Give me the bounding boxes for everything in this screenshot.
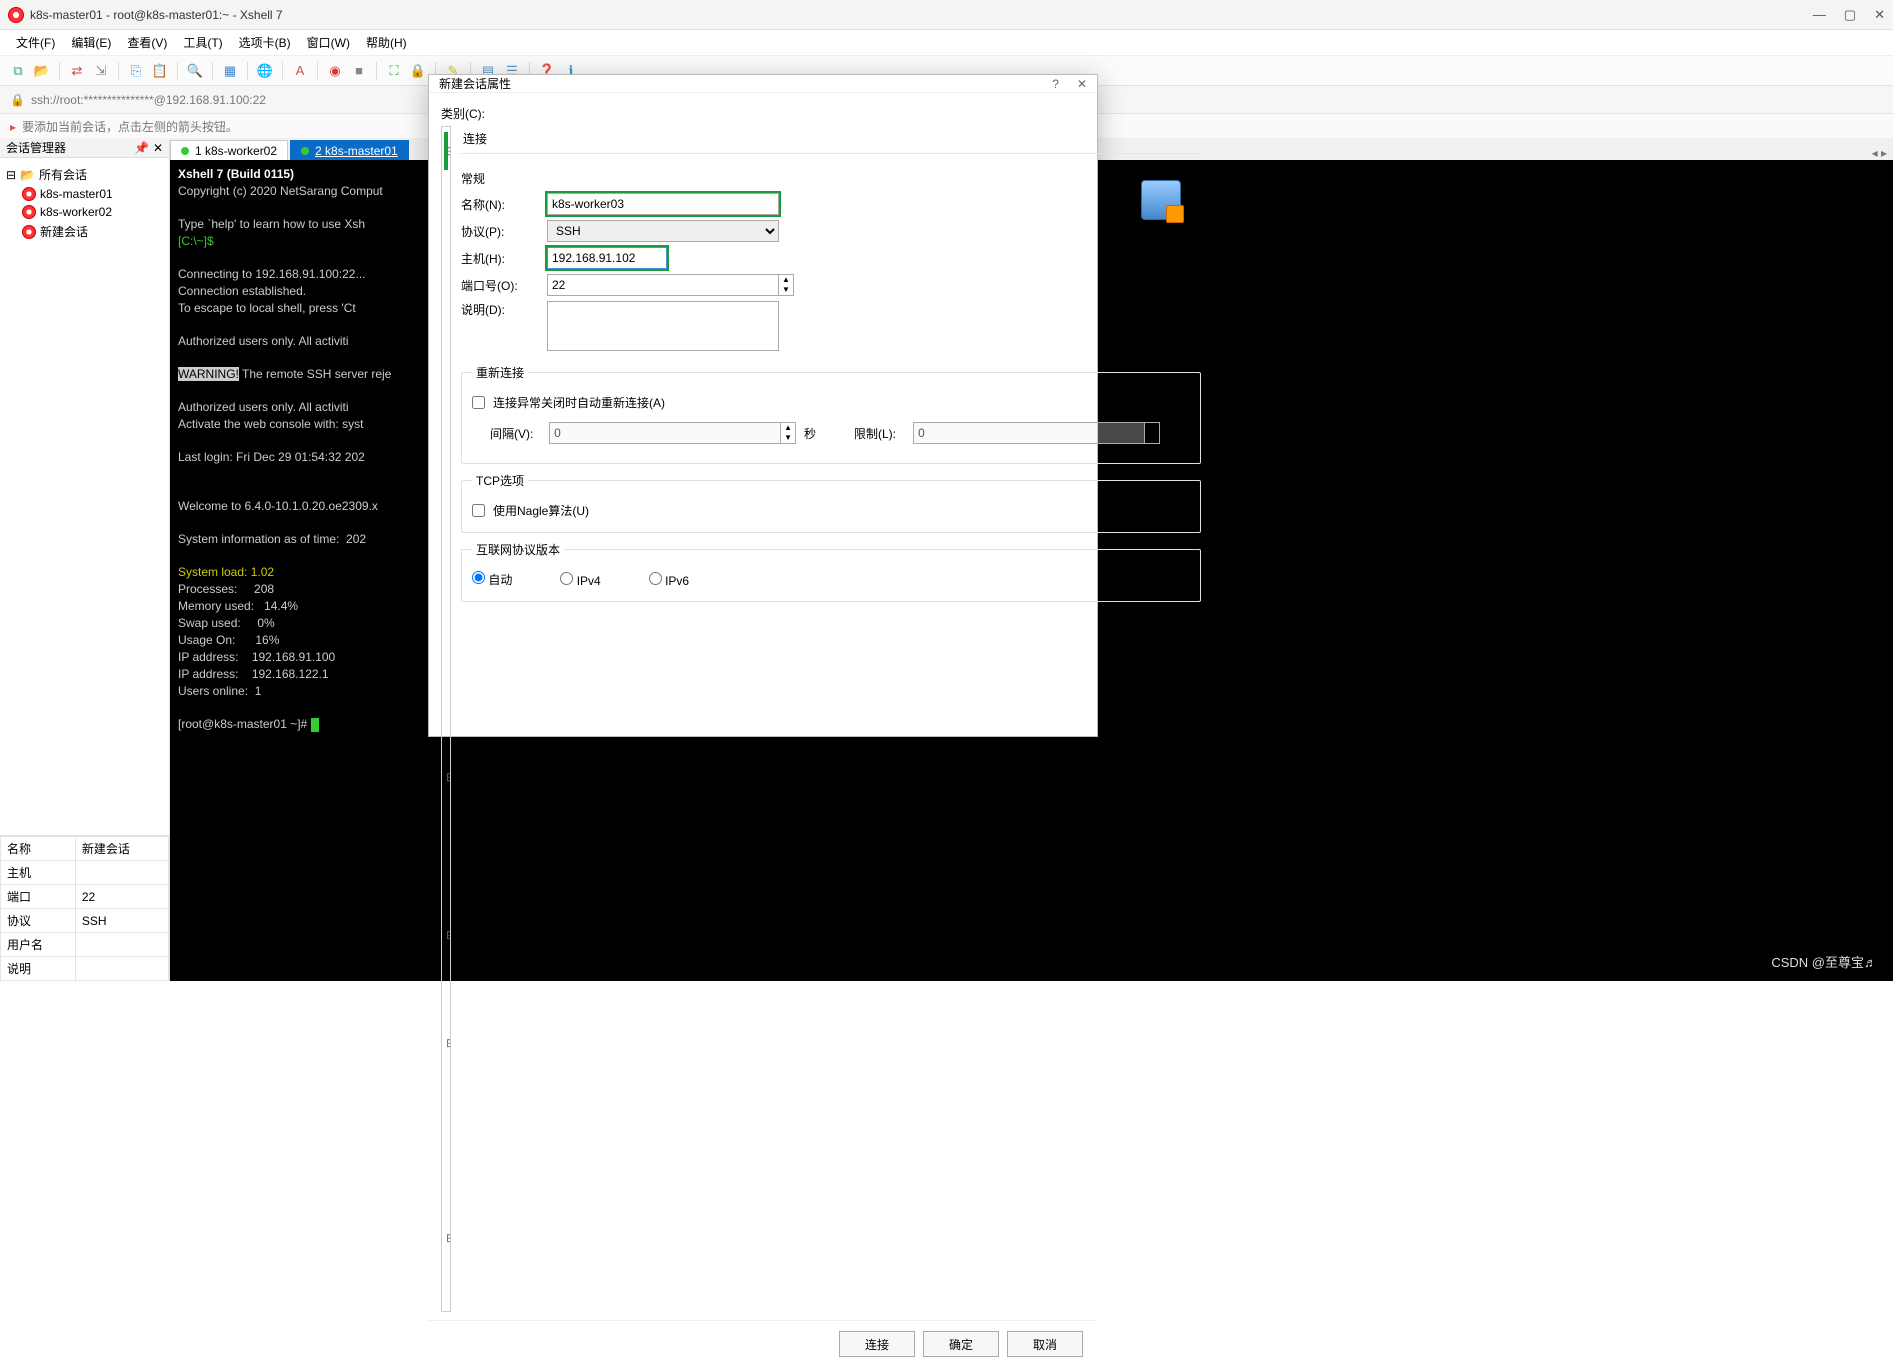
new-session-icon[interactable]: ⧉: [8, 61, 28, 81]
reconnect-title: 重新连接: [472, 364, 528, 381]
address-text[interactable]: ssh://root:***************@192.168.91.10…: [31, 93, 266, 107]
session-props: 名称新建会话 主机 端口22 协议SSH 用户名 说明: [0, 835, 169, 981]
tree-item-master01[interactable]: k8s-master01: [4, 185, 165, 203]
category-label: 类别(C):: [441, 105, 1085, 122]
stop-icon[interactable]: ■: [349, 61, 369, 81]
globe-icon[interactable]: 🌐: [255, 61, 275, 81]
menu-tools[interactable]: 工具(T): [177, 32, 228, 53]
tab-nav-right-icon[interactable]: ▸: [1881, 146, 1887, 160]
category-tree[interactable]: ⊟连接 ⊟用户身份验证 登录提示符 登录脚本 ⊟SSH 安全性 隧道 SFTP …: [441, 126, 451, 1312]
ipver-title: 互联网协议版本: [472, 541, 564, 558]
interval-label: 间隔(V):: [490, 425, 541, 442]
name-label: 名称(N):: [461, 196, 539, 213]
maximize-icon[interactable]: ▢: [1844, 7, 1856, 23]
minimize-icon[interactable]: —: [1813, 7, 1826, 23]
menubar: 文件(F) 编辑(E) 查看(V) 工具(T) 选项卡(B) 窗口(W) 帮助(…: [0, 30, 1893, 56]
open-icon[interactable]: 📂: [32, 61, 52, 81]
titlebar: k8s-master01 - root@k8s-master01:~ - Xsh…: [0, 0, 1893, 30]
cancel-button[interactable]: 取消: [1007, 1331, 1083, 1357]
record-icon[interactable]: ◉: [325, 61, 345, 81]
host-label: 主机(H):: [461, 250, 539, 267]
menu-help[interactable]: 帮助(H): [360, 32, 413, 53]
limit-input: [913, 422, 1145, 444]
fullscreen-icon[interactable]: ⛶: [384, 61, 404, 81]
limit-unit: 分钟: [1168, 416, 1190, 450]
reconnect-label: 连接异常关闭时自动重新连接(A): [493, 394, 665, 411]
nagle-checkbox[interactable]: [472, 504, 485, 517]
lock-small-icon: 🔒: [10, 93, 25, 107]
general-title: 常规: [461, 170, 1141, 187]
limit-label: 限制(L):: [854, 425, 905, 442]
menu-window[interactable]: 窗口(W): [301, 32, 356, 53]
tab-master01[interactable]: 2 k8s-master01: [290, 140, 409, 160]
watermark: CSDN @至尊宝♬: [1771, 952, 1877, 971]
dialog-help-icon[interactable]: ?: [1052, 77, 1059, 91]
port-down-icon[interactable]: ▼: [779, 285, 793, 295]
paste-icon[interactable]: 📋: [150, 61, 170, 81]
menu-tabs[interactable]: 选项卡(B): [233, 32, 297, 53]
session-manager-title: 会话管理器: [6, 139, 66, 156]
menu-file[interactable]: 文件(F): [10, 32, 61, 53]
menu-view[interactable]: 查看(V): [121, 32, 173, 53]
search-icon[interactable]: 🔍: [185, 61, 205, 81]
panel-close-icon[interactable]: ✕: [153, 141, 163, 155]
menu-edit[interactable]: 编辑(E): [65, 32, 117, 53]
port-input[interactable]: [547, 274, 779, 296]
port-label: 端口号(O):: [461, 277, 539, 294]
connect-icon[interactable]: ⇄: [67, 61, 87, 81]
session-manager: 会话管理器 📌 ✕ ⊟📂所有会话 k8s-master01 k8s-worker0…: [0, 140, 170, 981]
proto-select[interactable]: SSH: [547, 220, 779, 242]
panel-header: 连接: [461, 126, 1201, 154]
connection-panel: 连接 常规 名称(N): 协议(P): SSH 主机(H): 端口号(O): ▲▼…: [461, 126, 1201, 1312]
tree-item-newsession[interactable]: 新建会话: [4, 221, 165, 242]
new-session-dialog: 新建会话属性 ?✕ 类别(C): ⊟连接 ⊟用户身份验证 登录提示符 登录脚本 …: [428, 74, 1098, 737]
name-input[interactable]: [547, 193, 779, 215]
flag-icon: ▸: [10, 120, 16, 134]
interval-input: [549, 422, 781, 444]
tab-worker02[interactable]: 1 k8s-worker02: [170, 140, 288, 160]
tree-item-worker02[interactable]: k8s-worker02: [4, 203, 165, 221]
desc-label: 说明(D):: [461, 301, 539, 318]
tip-text: 要添加当前会话，点击左侧的箭头按钮。: [22, 118, 238, 135]
proto-label: 协议(P):: [461, 223, 539, 240]
desc-textarea[interactable]: [547, 301, 779, 351]
ok-button[interactable]: 确定: [923, 1331, 999, 1357]
disconnect-icon[interactable]: ⇲: [91, 61, 111, 81]
tab-nav-left-icon[interactable]: ◂: [1872, 146, 1878, 160]
app-icon: [8, 7, 24, 23]
lock-icon[interactable]: 🔒: [408, 61, 428, 81]
font-icon[interactable]: A: [290, 61, 310, 81]
nagle-label: 使用Nagle算法(U): [493, 502, 589, 519]
close-icon[interactable]: ✕: [1874, 7, 1885, 23]
ip-v6-radio[interactable]: [649, 572, 662, 585]
window-controls: — ▢ ✕: [1813, 7, 1885, 23]
dialog-close-icon[interactable]: ✕: [1077, 77, 1087, 91]
ip-v4-radio[interactable]: [560, 572, 573, 585]
props-icon[interactable]: ▦: [220, 61, 240, 81]
window-title: k8s-master01 - root@k8s-master01:~ - Xsh…: [30, 8, 283, 22]
copy-icon[interactable]: ⎘: [126, 61, 146, 81]
session-pc-icon: [1141, 180, 1181, 220]
pin-icon[interactable]: 📌: [134, 141, 149, 155]
dialog-title: 新建会话属性: [439, 75, 511, 92]
reconnect-checkbox[interactable]: [472, 396, 485, 409]
tree-root[interactable]: ⊟📂所有会话: [4, 164, 165, 185]
port-up-icon[interactable]: ▲: [779, 275, 793, 285]
interval-unit: 秒: [804, 425, 816, 442]
connect-button[interactable]: 连接: [839, 1331, 915, 1357]
ip-auto-radio[interactable]: [472, 571, 485, 584]
host-input[interactable]: [547, 247, 667, 269]
tcp-title: TCP选项: [472, 472, 528, 489]
